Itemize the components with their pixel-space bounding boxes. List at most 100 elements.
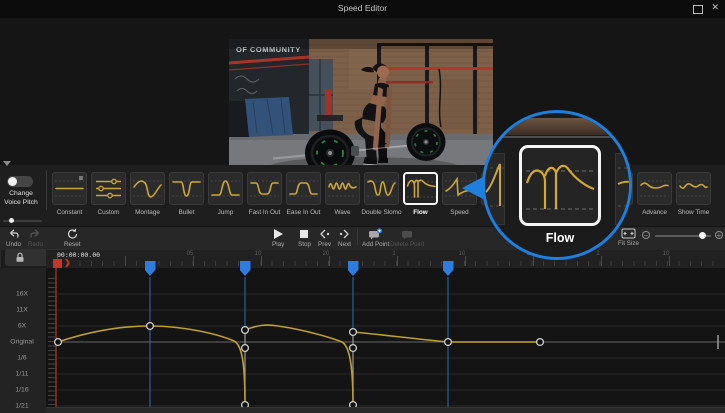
speed-scale-column: 16X 11X 6X Original 1/6 1/11 1/16 1/21 — [0, 268, 46, 413]
preset-tile-montage[interactable]: Montage — [130, 172, 165, 205]
scale-label-1-16: 1/16 — [0, 387, 44, 394]
ruler-label: 05 — [187, 251, 194, 257]
magnified-flow-curve — [522, 148, 598, 223]
window-title: Speed Editor — [0, 3, 725, 13]
preset-tile-jump[interactable]: Jump — [208, 172, 243, 205]
next-icon — [338, 228, 351, 240]
voice-panel-label-1: Change — [0, 190, 42, 197]
preset-label-wave: Wave — [334, 209, 350, 216]
scale-label-1-11: 1/11 — [0, 371, 44, 378]
magnified-neighbor-tile-left — [482, 153, 505, 225]
preset-label-show-time: Show Time — [678, 209, 710, 216]
left-mini-slider-knob[interactable] — [9, 218, 14, 223]
stop-icon — [298, 228, 310, 240]
lock-icon[interactable] — [15, 252, 25, 263]
preset-tile-advance[interactable]: Advance — [637, 172, 672, 205]
preset-tile-flow[interactable]: Flow — [403, 172, 438, 205]
curve-keyframe-point[interactable] — [350, 345, 357, 352]
zoom-slider-knob[interactable] — [699, 232, 706, 239]
preset-label-jump: Jump — [218, 209, 234, 216]
add-point-label: Add Point — [362, 241, 389, 248]
preset-tile-wave[interactable]: Wave — [325, 172, 360, 205]
close-icon[interactable]: ✕ — [711, 2, 719, 13]
magnifier-pointer-icon — [462, 177, 483, 199]
preset-tile-fast-in-out[interactable]: Fast In Out — [247, 172, 282, 205]
divider — [46, 170, 47, 210]
prev-label: Prev — [318, 241, 331, 248]
preset-tile-show-time[interactable]: Show Time — [676, 172, 711, 205]
playhead-chevron-icon: ❯ — [64, 258, 71, 267]
magnifier-flow-label: Flow — [485, 231, 632, 245]
preset-tile-constant[interactable]: Constant — [52, 172, 87, 205]
reset-button[interactable]: Reset — [64, 228, 80, 248]
voice-pitch-toggle[interactable] — [7, 176, 33, 187]
delete-point-button[interactable]: Delete Point — [390, 228, 424, 248]
ruler-label: 20 — [323, 251, 330, 257]
magnified-video-band — [485, 118, 632, 135]
preset-label-double-slomo: Double Slomo — [361, 209, 401, 216]
preset-label-advance: Advance — [642, 209, 667, 216]
redo-button[interactable]: Redo — [28, 228, 43, 248]
scale-label-6x: 6X — [0, 323, 44, 330]
curve-keyframe-point[interactable] — [147, 323, 154, 330]
preset-label-montage: Montage — [135, 209, 160, 216]
ruler-label: 2 — [596, 251, 599, 257]
delete-point-label: Delete Point — [390, 241, 424, 248]
voice-panel-label-2: Voice Pitch — [0, 199, 42, 206]
undo-label: Undo — [6, 241, 21, 248]
preset-label-ease-in-out: Ease In Out — [287, 209, 321, 216]
reset-label: Reset — [64, 241, 80, 248]
curve-keyframe-point[interactable] — [242, 345, 249, 352]
ruler-label: 10 — [255, 251, 262, 257]
magnified-divider — [485, 136, 632, 138]
undo-icon — [7, 228, 20, 240]
horizontal-scrollbar[interactable] — [46, 407, 725, 413]
prev-button[interactable]: Prev — [318, 228, 331, 248]
magnified-flow-tile — [519, 145, 601, 226]
curve-keyframe-point[interactable] — [445, 339, 452, 346]
undo-button[interactable]: Undo — [6, 228, 21, 248]
curve-keyframe-point[interactable] — [537, 339, 544, 346]
scale-label-11x: 11X — [0, 307, 44, 314]
video-preview: OF COMMUNITY — [229, 39, 493, 177]
ruler-label: 10 — [459, 251, 466, 257]
stop-label: Stop — [298, 241, 311, 248]
curve-keyframe-point[interactable] — [242, 327, 249, 334]
toolbar-separator — [357, 229, 358, 245]
next-label: Next — [338, 241, 351, 248]
redo-icon — [29, 228, 42, 240]
curve-keyframe-point[interactable] — [55, 339, 62, 346]
prev-icon — [318, 228, 331, 240]
ruler-label: 10 — [663, 251, 670, 257]
redo-label: Redo — [28, 241, 43, 248]
curve-keyframe-point[interactable] — [350, 329, 357, 336]
delete-point-icon — [400, 228, 415, 240]
magnifier-callout: Flow — [482, 110, 632, 260]
preset-tile-custom[interactable]: Custom — [91, 172, 126, 205]
ruler-major-ticks — [57, 256, 717, 266]
stop-button[interactable]: Stop — [298, 228, 311, 248]
next-button[interactable]: Next — [338, 228, 351, 248]
preset-tile-double-slomo[interactable]: Double Slomo — [364, 172, 399, 205]
play-button[interactable]: Play — [272, 228, 284, 248]
zoom-in-icon[interactable]: + — [715, 231, 723, 239]
scale-label-original: Original — [0, 339, 44, 346]
collapse-arrow-icon[interactable] — [3, 161, 11, 166]
playhead-marker[interactable] — [53, 259, 62, 268]
preset-label-constant: Constant — [57, 209, 83, 216]
speed-curve-plot[interactable] — [46, 268, 725, 413]
zoom-out-icon[interactable]: − — [642, 231, 650, 239]
maximize-icon[interactable] — [693, 5, 703, 14]
speed-editor-window: Speed Editor ✕ OF COMMUNITY — [0, 0, 725, 413]
preset-tile-ease-in-out[interactable]: Ease In Out — [286, 172, 321, 205]
scale-label-16x: 16X — [0, 291, 44, 298]
scale-label-1-6: 1/6 — [0, 355, 44, 362]
ruler-label: 1 — [392, 251, 395, 257]
reset-icon — [66, 228, 79, 240]
preset-tile-bullet[interactable]: Bullet — [169, 172, 204, 205]
add-point-icon — [368, 228, 383, 240]
scale-label-1-21: 1/21 — [0, 403, 44, 410]
preset-label-bullet: Bullet — [179, 209, 195, 216]
add-point-button[interactable]: Add Point — [362, 228, 389, 248]
play-icon — [272, 228, 284, 240]
